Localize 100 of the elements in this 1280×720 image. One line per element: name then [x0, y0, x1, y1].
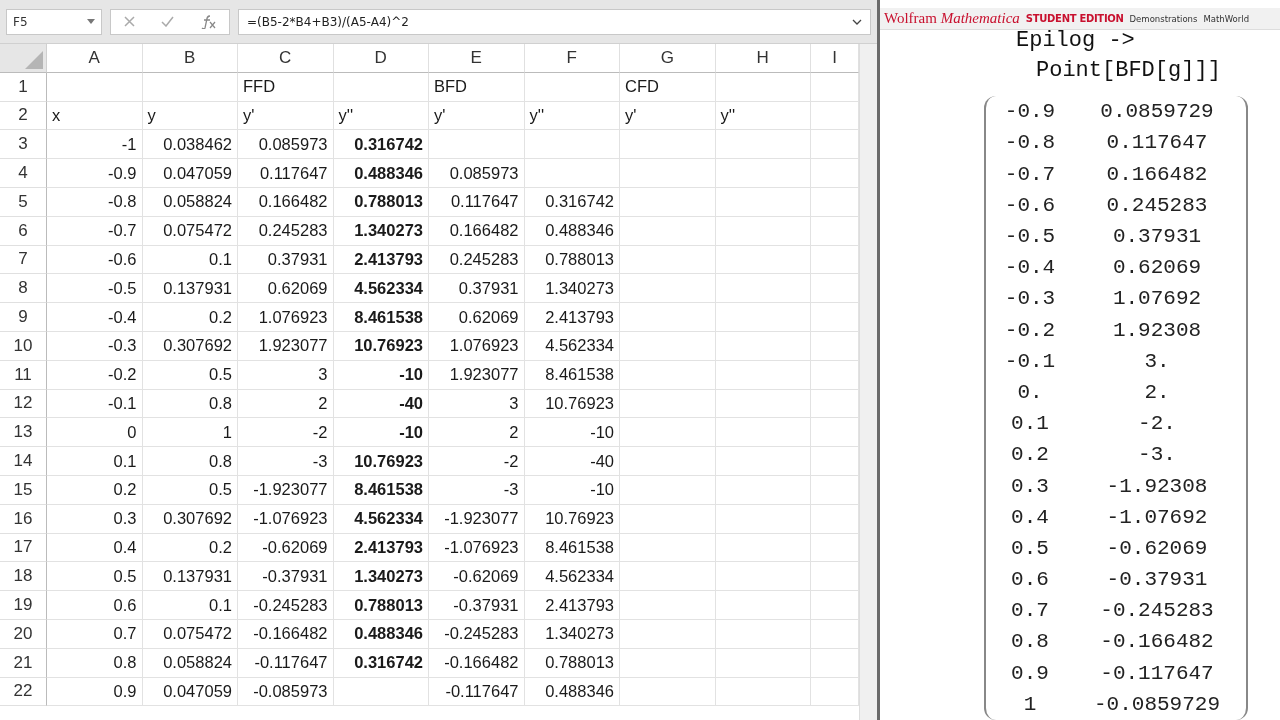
table-cell: 0.117647: [429, 188, 525, 217]
table-cell: 0.316742: [333, 648, 429, 678]
table-cell: -1.923077: [429, 504, 525, 534]
table-cell: -10: [333, 418, 429, 448]
table-cell: [811, 504, 859, 534]
column-header[interactable]: D: [333, 44, 429, 73]
table-cell: [811, 101, 859, 131]
table-cell: -1.076923: [238, 504, 334, 534]
table-cell: 0.047059: [142, 159, 238, 188]
cancel-icon[interactable]: [124, 16, 135, 27]
matrix-entry: 0.4: [1010, 504, 1050, 531]
matrix-entry: -0.1: [1003, 348, 1057, 375]
table-cell: 0.1: [142, 591, 238, 620]
row-header[interactable]: 12: [0, 389, 47, 419]
row-header[interactable]: 1: [0, 72, 47, 102]
column-header[interactable]: C: [238, 44, 334, 73]
header-link[interactable]: Demonstrations: [1129, 13, 1198, 24]
check-icon[interactable]: [161, 16, 174, 27]
table-cell: 0.3: [47, 504, 143, 534]
table-cell: FFD: [238, 72, 334, 102]
column-header[interactable]: H: [715, 44, 811, 73]
row-header[interactable]: 5: [0, 188, 47, 217]
column-header[interactable]: I: [811, 44, 859, 73]
row-header[interactable]: 3: [0, 130, 47, 160]
table-cell: [811, 677, 859, 707]
table-cell: 1.340273: [524, 619, 620, 649]
table-cell: 0.166482: [429, 216, 525, 246]
row-header[interactable]: 10: [0, 331, 47, 361]
matrix-entry: -0.4: [1003, 255, 1057, 282]
table-cell: y': [238, 101, 334, 131]
table-cell: 0.085973: [238, 130, 334, 160]
matrix-entry: -0.245283: [1099, 598, 1215, 625]
row-header[interactable]: 22: [0, 677, 47, 707]
table-cell: -0.62069: [238, 533, 334, 563]
matrix-entry: 0.245283: [1105, 192, 1209, 219]
row-header[interactable]: 13: [0, 418, 47, 448]
table-cell: 3: [238, 360, 334, 390]
row-header[interactable]: 21: [0, 648, 47, 678]
table-cell: -0.8: [47, 188, 143, 217]
column-header[interactable]: B: [142, 44, 238, 73]
table-cell: 0.9: [47, 677, 143, 707]
column-header[interactable]: A: [47, 44, 143, 73]
row-header[interactable]: 11: [0, 360, 47, 390]
table-cell: y': [620, 101, 716, 131]
row-header[interactable]: 14: [0, 447, 47, 476]
matrix-entry: -0.2: [1003, 317, 1057, 344]
table-cell: 0.8: [142, 389, 238, 419]
table-cell: 4.562334: [524, 562, 620, 592]
table-cell: 0.788013: [524, 245, 620, 275]
column-header[interactable]: G: [620, 44, 716, 73]
table-cell: 8.461538: [524, 360, 620, 390]
row-header[interactable]: 2: [0, 101, 47, 131]
row-header[interactable]: 17: [0, 533, 47, 563]
table-cell: 0.137931: [142, 274, 238, 304]
name-box[interactable]: F5: [6, 8, 102, 35]
matrix-entry: 0.6: [1010, 567, 1050, 594]
row-header[interactable]: 6: [0, 216, 47, 246]
row-header[interactable]: 15: [0, 475, 47, 505]
header-link[interactable]: MathWorld: [1203, 13, 1250, 24]
table-cell: 0.307692: [142, 331, 238, 361]
table-cell: -2: [429, 447, 525, 476]
table-cell: 0.62069: [429, 303, 525, 332]
formula-field[interactable]: =(B5-2*B4+B3)/(A5-A4)^2: [238, 8, 871, 35]
function-icon[interactable]: [200, 14, 216, 29]
row-header[interactable]: 7: [0, 245, 47, 275]
matrix-entry: -3.: [1137, 442, 1177, 469]
table-cell: 1.340273: [524, 274, 620, 304]
table-cell: [811, 533, 859, 563]
matrix-entry: 3.: [1143, 348, 1171, 375]
table-cell: 0.038462: [142, 130, 238, 160]
table-cell: 10.76923: [333, 447, 429, 476]
matrix-entry: -0.0859729: [1093, 691, 1221, 718]
row-header[interactable]: 16: [0, 504, 47, 534]
matrix-entry: 0.7: [1010, 598, 1050, 625]
column-header[interactable]: E: [429, 44, 525, 73]
table-cell: x: [47, 101, 143, 131]
table-cell: 0.788013: [333, 591, 429, 620]
row-header[interactable]: 9: [0, 303, 47, 332]
table-cell: 0.5: [142, 475, 238, 505]
table-cell: 8.461538: [333, 475, 429, 505]
table-cell: 0.085973: [429, 159, 525, 188]
table-cell: 4.562334: [333, 504, 429, 534]
column-header[interactable]: F: [524, 44, 620, 73]
row-header[interactable]: 4: [0, 159, 47, 188]
table-cell: -0.166482: [429, 648, 525, 678]
row-header[interactable]: 8: [0, 274, 47, 304]
table-cell: 0.2: [142, 533, 238, 563]
table-cell: 2.413793: [333, 245, 429, 275]
select-all-icon[interactable]: [25, 50, 43, 69]
row-header[interactable]: 18: [0, 562, 47, 592]
row-header[interactable]: 20: [0, 619, 47, 649]
table-cell: 1.076923: [238, 303, 334, 332]
table-cell: 0.058824: [142, 648, 238, 678]
table-cell: [811, 648, 859, 678]
table-cell: 0.8: [47, 648, 143, 678]
table-cell: 4.562334: [524, 331, 620, 361]
table-cell: -0.117647: [238, 648, 334, 678]
table-cell: 0.166482: [238, 188, 334, 217]
row-header[interactable]: 19: [0, 591, 47, 620]
matrix-entry: -0.5: [1003, 224, 1057, 250]
